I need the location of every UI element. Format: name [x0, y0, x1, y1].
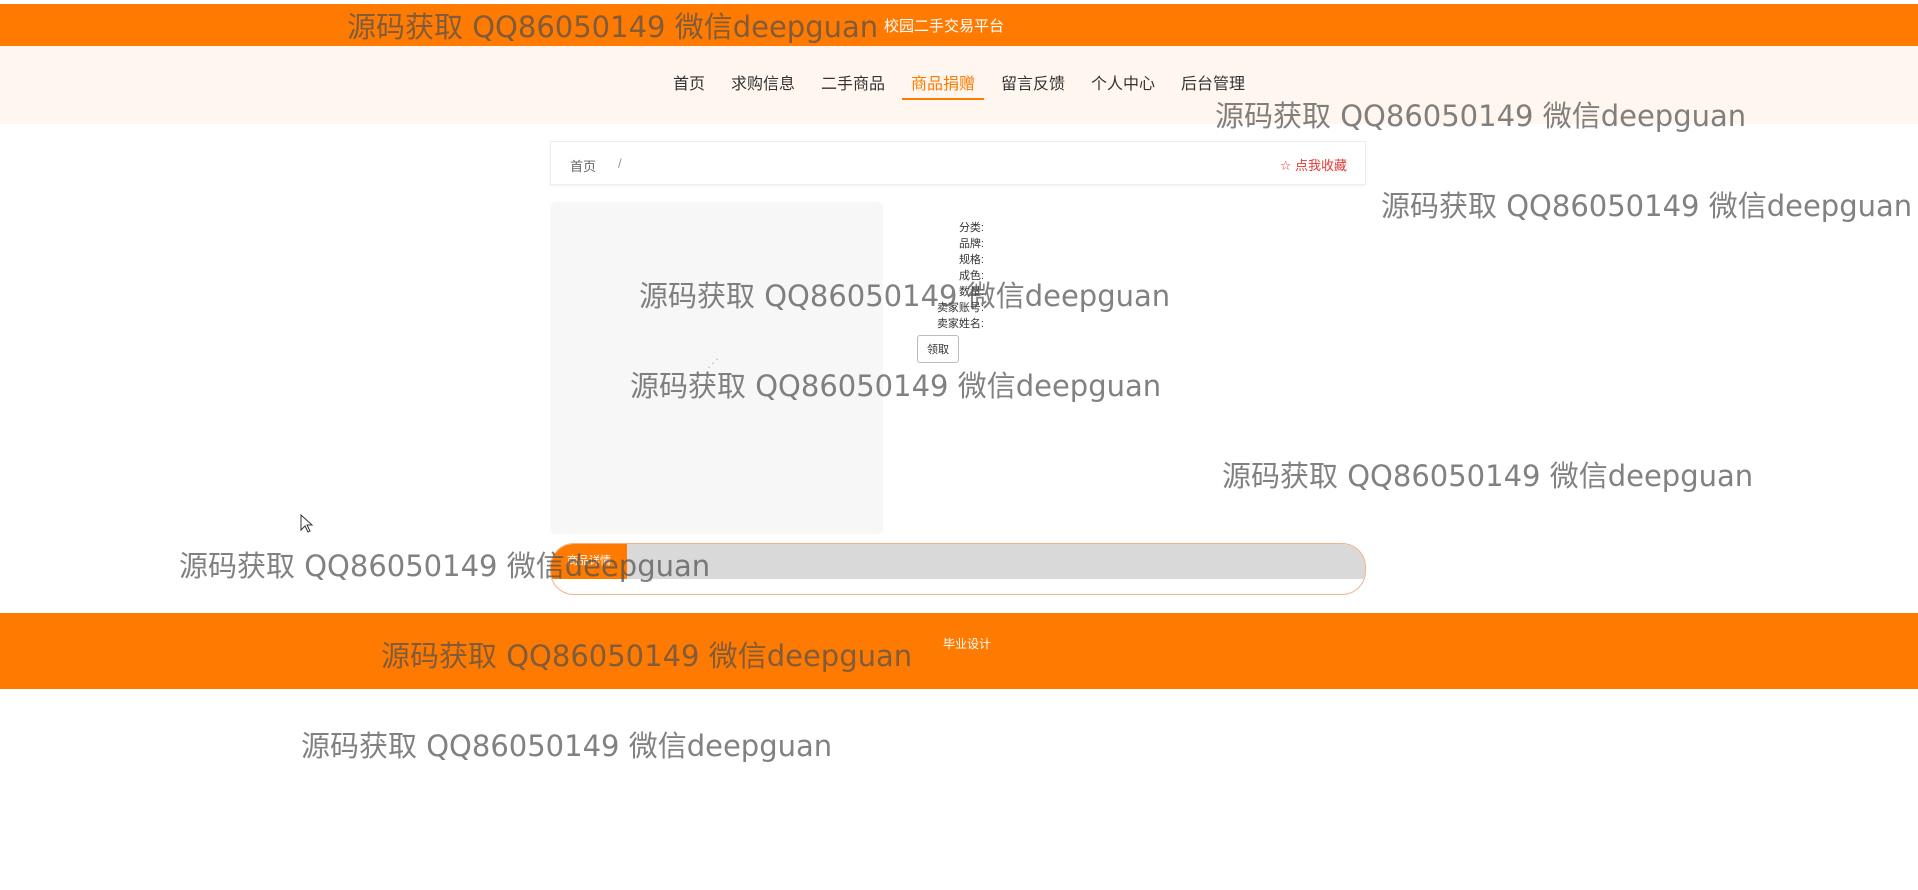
nav-item-profile[interactable]: 个人中心	[1082, 68, 1164, 100]
footer: 毕业设计	[0, 613, 1918, 689]
collect-button[interactable]: ☆ 点我收藏	[1280, 155, 1347, 174]
site-title: 校园二手交易平台	[884, 18, 1005, 35]
detail-seller-name: 卖家姓名:	[936, 318, 984, 330]
detail-quantity: 数量:	[958, 286, 984, 298]
breadcrumb-separator: /	[618, 156, 622, 171]
nav-item-feedback[interactable]: 留言反馈	[992, 68, 1074, 100]
mouse-cursor-icon	[300, 514, 314, 533]
detail-spec: 规格:	[958, 254, 984, 266]
detail-seller-account: 卖家账号:	[936, 302, 984, 314]
detail-category: 分类:	[958, 222, 984, 234]
loading-spinner-icon: ⋰	[707, 356, 719, 370]
watermark-text: 源码获取 QQ86050149 微信deepguan	[1381, 189, 1913, 223]
product-details: 分类: 品牌: 规格: 成色: 数量: 卖家账号: 卖家姓名:	[918, 220, 984, 332]
detail-condition: 成色:	[958, 270, 984, 282]
tab-product-details[interactable]: 商品详情	[551, 544, 627, 579]
watermark-text: 源码获取 QQ86050149 微信deepguan	[301, 729, 833, 763]
claim-button[interactable]: 领取	[917, 335, 959, 363]
watermark-text: 源码获取 QQ86050149 微信deepguan	[1222, 459, 1754, 493]
nav-item-secondhand[interactable]: 二手商品	[812, 68, 894, 100]
footer-text: 毕业设计	[943, 637, 992, 651]
tab-bar	[551, 544, 1365, 579]
breadcrumb: 首页 / ☆ 点我收藏	[550, 141, 1366, 185]
detail-tabs: 商品详情	[550, 543, 1366, 595]
nav-item-donation[interactable]: 商品捐赠	[901, 68, 984, 100]
nav-item-admin[interactable]: 后台管理	[1172, 68, 1254, 100]
detail-brand: 品牌:	[958, 238, 984, 250]
nav-bar: 首页 求购信息 二手商品 商品捐赠 留言反馈 个人中心 后台管理	[0, 46, 1918, 124]
nav-item-home[interactable]: 首页	[664, 68, 714, 100]
breadcrumb-home[interactable]: 首页	[570, 156, 596, 175]
main-nav: 首页 求购信息 二手商品 商品捐赠 留言反馈 个人中心 后台管理	[0, 68, 1918, 100]
nav-item-wanted[interactable]: 求购信息	[722, 68, 804, 100]
header-bar: 校园二手交易平台	[0, 4, 1918, 46]
